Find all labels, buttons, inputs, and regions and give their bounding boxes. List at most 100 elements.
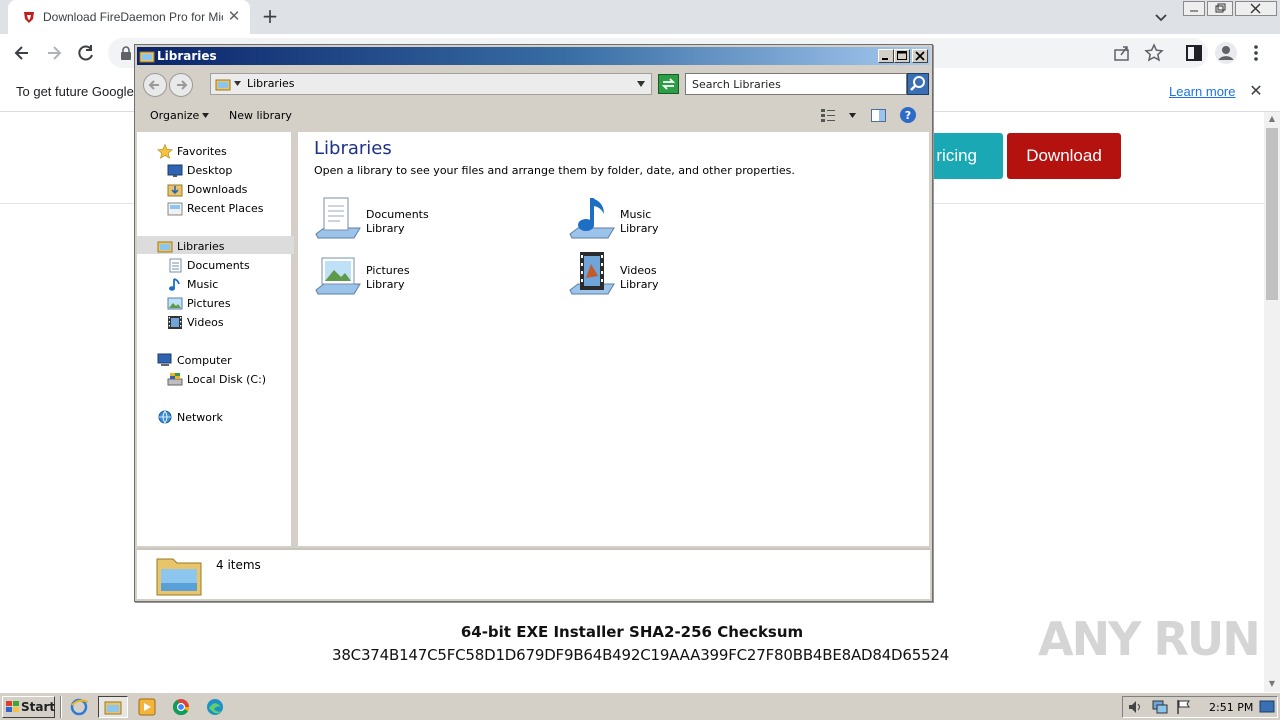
explorer-folder-icon: [104, 701, 122, 715]
download-button[interactable]: Download: [1007, 133, 1121, 179]
taskbar-edge-button[interactable]: [200, 696, 230, 718]
close-icon: [1250, 3, 1261, 14]
window-restore-button[interactable]: [1207, 1, 1233, 16]
chrome-icon: [172, 699, 190, 716]
windows-logo-icon: [6, 701, 19, 712]
media-player-icon: [138, 698, 156, 716]
new-tab-button[interactable]: +: [260, 6, 280, 26]
minimize-icon: [882, 58, 888, 60]
side-panel-icon[interactable]: [1184, 43, 1204, 63]
window-close-button[interactable]: [1235, 1, 1277, 16]
back-arrow-icon: [148, 80, 159, 90]
breadcrumb-arrow-icon[interactable]: [234, 81, 241, 87]
more-menu-icon[interactable]: [1246, 43, 1266, 63]
pictures-icon: [167, 297, 183, 310]
view-dropdown-icon[interactable]: [849, 113, 856, 118]
explorer-close-button[interactable]: [912, 49, 928, 63]
explorer-command-bar: Organize New library ?: [137, 100, 930, 130]
search-icon: [910, 76, 925, 91]
recent-places-icon: [167, 202, 183, 216]
content-pane: Libraries Open a library to see your fil…: [298, 132, 929, 546]
firedaemon-favicon-icon: [24, 12, 34, 23]
minimize-icon: [1190, 10, 1198, 12]
videos-film-icon: [168, 316, 182, 329]
documents-library-icon: [315, 197, 361, 239]
infobar-close-icon[interactable]: ✕: [1248, 82, 1264, 100]
search-input[interactable]: Search Libraries: [685, 73, 907, 95]
window-minimize-button[interactable]: [1183, 1, 1205, 16]
taskbar-separator: [60, 696, 62, 718]
navigation-pane: Favorites Desktop Downloads Recent Place…: [137, 132, 294, 546]
tab-search-chevron-icon[interactable]: [1152, 8, 1170, 26]
start-button[interactable]: Start: [2, 696, 55, 718]
network-tray-icon[interactable]: [1151, 699, 1169, 715]
new-library-button[interactable]: New library: [229, 109, 292, 122]
library-pictures[interactable]: Pictures Library: [314, 250, 534, 300]
scroll-up-arrow-icon[interactable]: ▲: [1267, 115, 1277, 123]
explorer-minimize-button[interactable]: [878, 49, 894, 63]
music-note-icon: [169, 278, 180, 291]
view-options-icon[interactable]: [819, 107, 837, 123]
profile-avatar-icon[interactable]: [1214, 41, 1238, 65]
share-icon[interactable]: [1112, 43, 1132, 63]
edge-icon: [207, 699, 223, 715]
address-dropdown-icon[interactable]: [637, 81, 645, 87]
refresh-icon: [661, 78, 676, 90]
explorer-address-bar: Libraries Search Libraries: [137, 67, 930, 100]
browser-tab-strip: Download FireDaemon Pro for Micro ✕ +: [0, 0, 1280, 34]
library-documents[interactable]: Documents Library: [314, 194, 534, 244]
clock: 2:51 PM: [1209, 701, 1254, 714]
action-center-flag-icon[interactable]: [1175, 699, 1193, 715]
library-videos[interactable]: Videos Library: [568, 250, 788, 300]
organize-menu[interactable]: Organize: [150, 109, 199, 122]
lock-icon[interactable]: [120, 46, 132, 60]
taskbar-chrome-button[interactable]: [166, 696, 196, 718]
library-music[interactable]: Music Library: [568, 194, 788, 244]
scroll-thumb[interactable]: [1266, 128, 1278, 300]
help-icon[interactable]: ?: [899, 106, 917, 124]
explorer-window: Libraries Libraries Search Libraries Org…: [134, 44, 933, 602]
browser-tab[interactable]: Download FireDaemon Pro for Micro ✕: [8, 0, 250, 34]
learn-more-link[interactable]: Learn more: [1169, 84, 1235, 99]
star-icon: [157, 144, 173, 159]
page-scrollbar[interactable]: ▲ ▼: [1264, 112, 1280, 692]
scroll-down-arrow-icon[interactable]: ▼: [1267, 680, 1277, 688]
content-title: Libraries: [314, 138, 392, 159]
search-button[interactable]: [907, 73, 929, 95]
videos-library-icon: [569, 252, 615, 295]
refresh-button[interactable]: [658, 74, 679, 94]
volume-icon[interactable]: [1127, 699, 1145, 715]
show-desktop-icon[interactable]: [1259, 699, 1277, 715]
taskbar-media-player-button[interactable]: [132, 696, 162, 718]
tab-close-icon[interactable]: ✕: [226, 8, 242, 24]
explorer-titlebar[interactable]: Libraries: [137, 47, 930, 65]
libraries-large-icon: [156, 558, 202, 596]
music-library-icon: [569, 198, 615, 239]
system-tray: 2:51 PM: [1122, 696, 1278, 718]
restore-icon: [1215, 3, 1226, 13]
explorer-back-button[interactable]: [143, 73, 167, 97]
maximize-icon: [897, 51, 907, 60]
taskbar-ie-button[interactable]: [64, 696, 94, 718]
documents-icon: [169, 258, 182, 273]
bookmark-star-icon[interactable]: [1144, 43, 1164, 63]
explorer-maximize-button[interactable]: [894, 49, 910, 63]
back-arrow-icon[interactable]: [12, 43, 32, 63]
taskbar: Start 2:51 PM: [0, 692, 1280, 720]
checksum-heading: 64-bit EXE Installer SHA2-256 Checksum: [460, 623, 804, 641]
taskbar-explorer-button[interactable]: [98, 696, 128, 718]
explorer-forward-button[interactable]: [169, 73, 193, 97]
address-field[interactable]: Libraries: [210, 73, 652, 95]
libraries-icon: [215, 79, 231, 91]
forward-arrow-icon[interactable]: [44, 43, 64, 63]
local-disk-icon: [167, 373, 183, 386]
forward-arrow-icon: [177, 80, 188, 90]
details-pane: 4 items: [137, 548, 930, 599]
infobar-message: To get future Google: [16, 84, 134, 99]
preview-pane-icon[interactable]: [870, 107, 887, 123]
computer-icon: [157, 353, 172, 366]
libraries-folder-icon: [139, 51, 155, 63]
organize-dropdown-icon[interactable]: [202, 113, 209, 118]
explorer-title: Libraries: [157, 49, 217, 63]
reload-icon[interactable]: [76, 43, 96, 63]
